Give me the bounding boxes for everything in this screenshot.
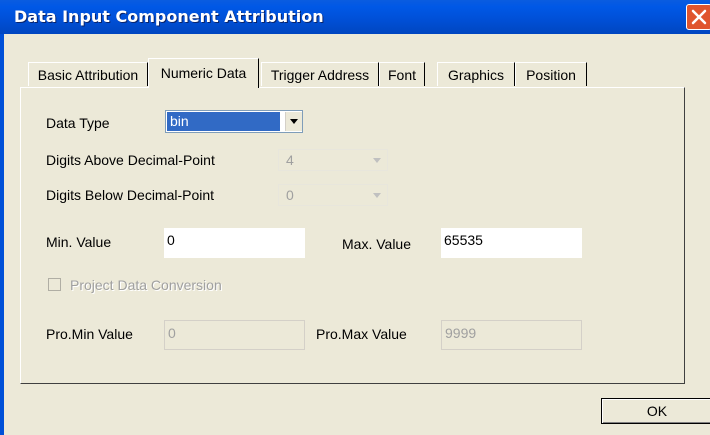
tab-position[interactable]: Position — [515, 62, 587, 86]
title-bar[interactable]: Data Input Component Attribution — [0, 0, 710, 34]
tab-trigger-address[interactable]: Trigger Address — [261, 62, 379, 86]
close-icon — [691, 9, 707, 25]
tab-graphics[interactable]: Graphics — [437, 62, 515, 86]
tab-numeric-data[interactable]: Numeric Data — [148, 58, 259, 88]
tab-font[interactable]: Font — [379, 62, 425, 86]
numeric-data-panel — [20, 87, 685, 384]
tab-basic-attribution[interactable]: Basic Attribution — [28, 62, 148, 86]
window-frame-left — [0, 34, 4, 435]
ok-button[interactable]: OK — [601, 398, 710, 424]
window-title: Data Input Component Attribution — [14, 7, 324, 26]
close-button[interactable] — [686, 4, 710, 30]
dialog-window: Data Input Component Attribution Basic A… — [0, 0, 710, 435]
